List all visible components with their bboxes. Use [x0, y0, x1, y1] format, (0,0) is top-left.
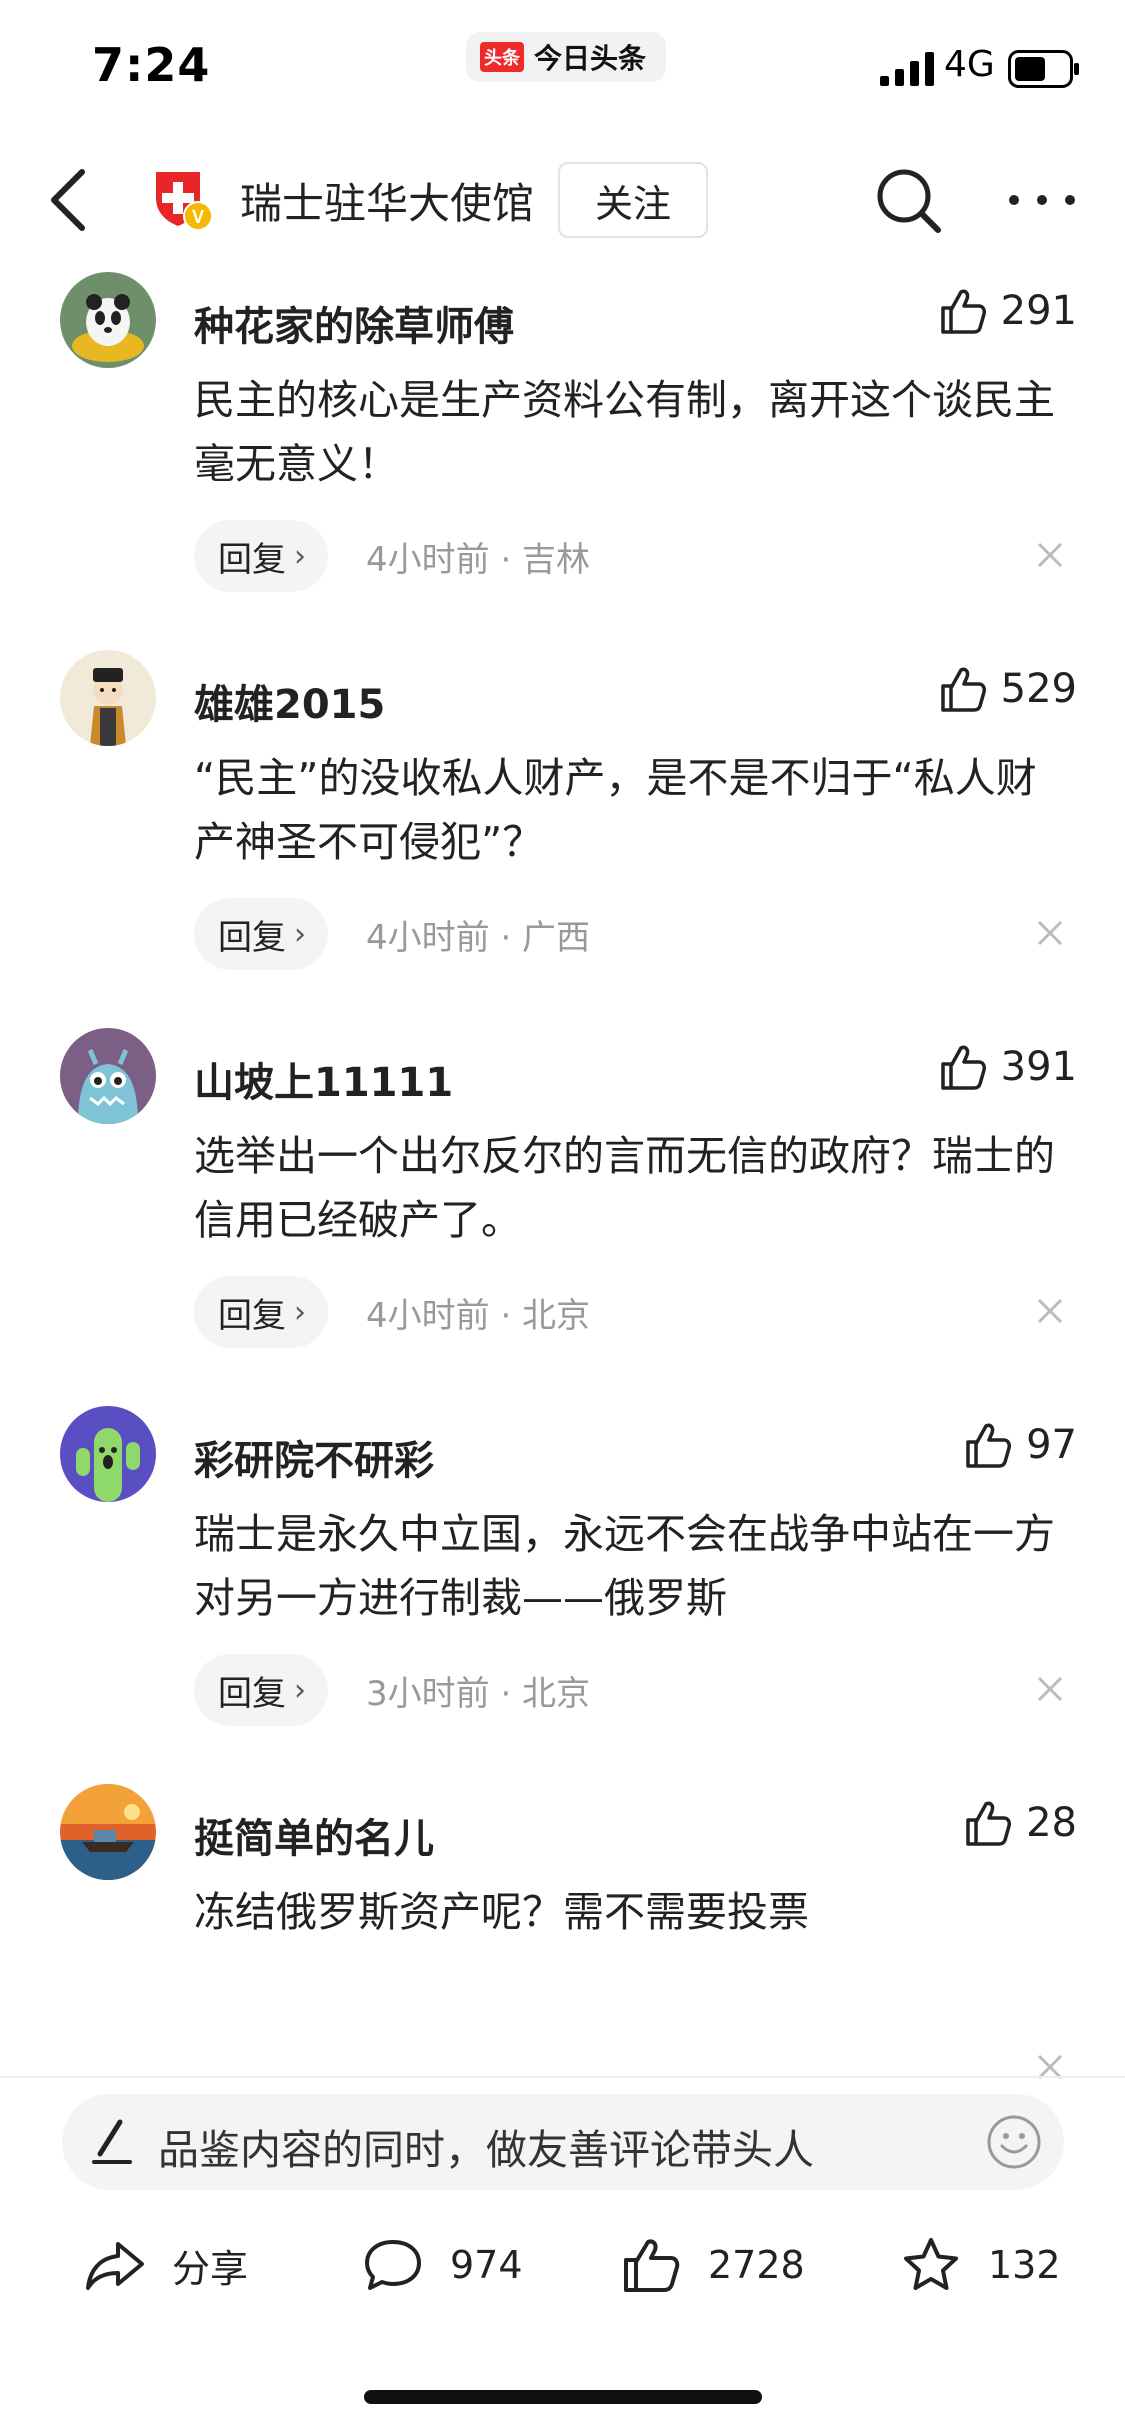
- close-icon[interactable]: [1033, 538, 1067, 572]
- like-count: 529: [1000, 666, 1077, 712]
- back-icon[interactable]: [42, 162, 102, 238]
- action-bar: 分享 974 2728 132: [0, 2220, 1125, 2310]
- comment-item: 种花家的除草师傅 291 民主的核心是生产资料公有制，离开这个谈民主毫无意义！ …: [0, 272, 1125, 650]
- reply-button[interactable]: 回复 ›: [194, 1654, 328, 1726]
- close-icon[interactable]: [1033, 916, 1067, 950]
- star-icon: [904, 2238, 958, 2290]
- share-button[interactable]: 分享: [84, 2220, 248, 2310]
- like-button[interactable]: 529: [939, 664, 1077, 714]
- comment-meta: 回复 › 4小时前 · 北京: [194, 1276, 590, 1348]
- network-type: 4G: [944, 44, 995, 85]
- comment-input-placeholder: 品鉴内容的同时，做友善评论带头人: [158, 2126, 814, 2174]
- app-indicator: 头条 今日头条: [466, 32, 667, 82]
- reply-label: 回复: [218, 1673, 286, 1714]
- close-icon[interactable]: [1033, 2050, 1067, 2084]
- comment-item: 雄雄2015 529 “民主”的没收私人财产，是不是不归于“私人财产神圣不可侵犯…: [0, 650, 1125, 1028]
- like-count: 97: [1026, 1422, 1077, 1468]
- favorites-count: 132: [988, 2243, 1061, 2287]
- like-count: 391: [1000, 1044, 1077, 1090]
- more-icon[interactable]: [1004, 164, 1080, 236]
- home-indicator[interactable]: [364, 2390, 762, 2404]
- like-button[interactable]: 28: [964, 1798, 1077, 1848]
- account-name[interactable]: 瑞士驻华大使馆: [240, 170, 534, 231]
- comment-item: 山坡上11111 391 选举出一个出尔反尔的言而无信的政府？瑞士的信用已经破产…: [0, 1028, 1125, 1406]
- search-icon[interactable]: [872, 164, 944, 236]
- comment-bubble-icon: [365, 2240, 421, 2290]
- like-button[interactable]: 391: [939, 1042, 1077, 1092]
- comment-time-location: 4小时前 · 吉林: [366, 539, 591, 580]
- swiss-flag-avatar[interactable]: V: [150, 168, 214, 232]
- cartoon-official-avatar[interactable]: [60, 650, 156, 746]
- reply-button[interactable]: 回复 ›: [194, 898, 328, 970]
- share-label: 分享: [172, 2246, 249, 2291]
- reply-label: 回复: [218, 917, 286, 958]
- comment-username[interactable]: 山坡上11111: [194, 1050, 453, 1108]
- signal-icon: [880, 52, 934, 86]
- comment-text: 瑞士是永久中立国，永远不会在战争中站在一方对另一方进行制裁——俄罗斯: [194, 1510, 1055, 1622]
- comment-meta: 回复 › 4小时前 · 广西: [194, 898, 590, 970]
- comment-username[interactable]: 挺简单的名儿: [194, 1806, 434, 1864]
- likes-count: 2728: [708, 2243, 805, 2287]
- follow-button[interactable]: 关注: [558, 162, 708, 238]
- like-button[interactable]: 97: [964, 1420, 1077, 1470]
- app-name: 今日头条: [534, 42, 647, 75]
- comment-text: 选举出一个出尔反尔的言而无信的政府？瑞士的信用已经破产了。: [194, 1132, 1055, 1244]
- close-icon[interactable]: [1033, 1294, 1067, 1328]
- chevron-right-icon: ›: [294, 1294, 306, 1330]
- close-icon[interactable]: [1033, 1672, 1067, 1706]
- like-count: 28: [1026, 1800, 1077, 1846]
- blue-monster-avatar[interactable]: [60, 1028, 156, 1124]
- chevron-right-icon: ›: [294, 916, 306, 952]
- reply-button[interactable]: 回复 ›: [194, 520, 328, 592]
- comments-button[interactable]: 974: [362, 2220, 523, 2310]
- divider: [0, 2076, 1125, 2078]
- comment-username[interactable]: 种花家的除草师傅: [194, 294, 514, 352]
- status-time: 7:24: [92, 38, 211, 92]
- like-button[interactable]: 291: [939, 286, 1077, 336]
- comment-time-location: 4小时前 · 广西: [366, 917, 591, 958]
- comment-text: 民主的核心是生产资料公有制，离开这个谈民主毫无意义！: [194, 376, 1055, 488]
- pen-icon: [92, 2119, 132, 2164]
- article-like-button[interactable]: 2728: [620, 2220, 805, 2310]
- comment-meta: 回复 › 3小时前 · 北京: [194, 1654, 590, 1726]
- comment-meta: 回复 › 4小时前 · 吉林: [194, 520, 590, 592]
- comment-text: 冻结俄罗斯资产呢？需不需要投票: [194, 1888, 809, 1936]
- cactus-avatar[interactable]: [60, 1406, 156, 1502]
- status-bar: 7:24 头条 今日头条 4G: [0, 0, 1125, 140]
- thumbs-up-icon: [966, 1423, 1012, 1468]
- like-count: 291: [1000, 288, 1077, 334]
- comment-time-location: 4小时前 · 北京: [366, 1295, 591, 1336]
- battery-icon: [1008, 50, 1079, 88]
- thumbs-up-icon: [624, 2239, 680, 2292]
- comment-text: “民主”的没收私人财产，是不是不归于“私人财产神圣不可侵犯”？: [194, 754, 1037, 866]
- nav-bar: V 瑞士驻华大使馆 关注: [0, 150, 1125, 250]
- panda-avatar[interactable]: [60, 272, 156, 368]
- comment-item: 彩研院不研彩 97 瑞士是永久中立国，永远不会在战争中站在一方对另一方进行制裁—…: [0, 1406, 1125, 1784]
- thumbs-up-icon: [940, 289, 986, 334]
- sunset-boat-avatar[interactable]: [60, 1784, 156, 1880]
- thumbs-up-icon: [940, 667, 986, 712]
- reply-label: 回复: [218, 1295, 286, 1336]
- thumbs-up-icon: [940, 1045, 986, 1090]
- comment-username[interactable]: 雄雄2015: [194, 672, 385, 730]
- comments-count: 974: [450, 2243, 523, 2287]
- chevron-right-icon: ›: [294, 1672, 306, 1708]
- comment-username[interactable]: 彩研院不研彩: [194, 1428, 434, 1486]
- verified-badge: V: [192, 207, 204, 227]
- reply-label: 回复: [218, 539, 286, 580]
- comment-input[interactable]: 品鉴内容的同时，做友善评论带头人: [62, 2094, 1064, 2190]
- comment-time-location: 3小时前 · 北京: [366, 1673, 591, 1714]
- favorite-button[interactable]: 132: [900, 2220, 1061, 2310]
- app-logo: 头条: [480, 42, 524, 72]
- thumbs-up-icon: [966, 1801, 1012, 1846]
- reply-button[interactable]: 回复 ›: [194, 1276, 328, 1348]
- share-icon: [86, 2242, 144, 2290]
- emoji-icon[interactable]: [986, 2114, 1042, 2170]
- chevron-right-icon: ›: [294, 538, 306, 574]
